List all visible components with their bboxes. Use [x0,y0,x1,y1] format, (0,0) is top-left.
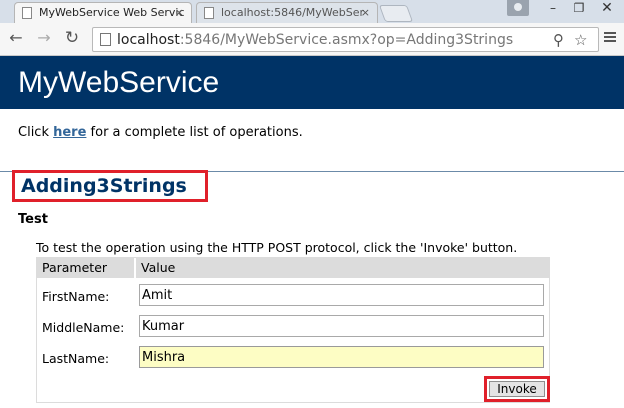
browser-tab-inactive[interactable]: localhost:5846/MyWebSer × [196,2,378,23]
value-column-header: Value [136,258,549,278]
middle-name-label: MiddleName: [42,320,125,335]
browser-toolbar: ← → ↻ localhost:5846/MyWebService.asmx?o… [0,23,624,56]
test-heading: Test [18,212,48,227]
service-title: MyWebService [18,66,220,99]
page-icon [100,33,111,46]
reload-icon[interactable]: ↻ [62,28,82,48]
tab-close-icon[interactable]: × [175,3,184,23]
close-icon[interactable]: ✕ [594,0,620,18]
middle-name-input[interactable] [139,315,544,337]
test-description: To test the operation using the HTTP POS… [36,240,518,255]
url-text[interactable]: localhost:5846/MyWebService.asmx?op=Addi… [117,31,513,49]
tab-title: localhost:5846/MyWebSer [221,6,365,19]
browser-tab-active[interactable]: MyWebService Web Servic × [14,2,192,23]
star-icon[interactable]: ☆ [574,30,587,50]
forward-icon[interactable]: → [34,28,54,48]
last-name-label: LastName: [42,351,110,366]
zoom-icon[interactable]: ⚲ [553,30,564,50]
invoke-highlight: Invoke [484,376,550,402]
operation-title: Adding3Strings [21,175,187,197]
operation-title-highlight: Adding3Strings [12,170,208,202]
back-icon[interactable]: ← [6,28,26,48]
first-name-label: FirstName: [42,289,110,304]
tab-close-icon[interactable]: × [361,3,370,23]
parameter-table: Parameter Value FirstName: MiddleName: L… [36,257,550,403]
invoke-button[interactable]: Invoke [489,381,545,397]
menu-icon[interactable] [603,30,617,46]
operations-list-link[interactable]: here [53,125,86,140]
tab-title: MyWebService Web Servic [39,6,185,19]
address-bar[interactable]: localhost:5846/MyWebService.asmx?op=Addi… [92,27,599,52]
last-name-input[interactable] [139,346,544,368]
minimize-icon[interactable]: – [540,0,566,18]
maximize-icon[interactable]: ❐ [566,0,592,18]
page-favicon-icon [204,7,214,19]
user-icon[interactable] [507,0,529,16]
tab-strip: MyWebService Web Servic × localhost:5846… [0,0,624,23]
new-tab-button[interactable] [378,5,414,22]
first-name-input[interactable] [139,284,544,306]
parameter-column-header: Parameter [37,258,134,278]
service-header: MyWebService [0,56,624,109]
intro-text: Click here for a complete list of operat… [18,125,303,140]
page-favicon-icon [22,7,32,19]
